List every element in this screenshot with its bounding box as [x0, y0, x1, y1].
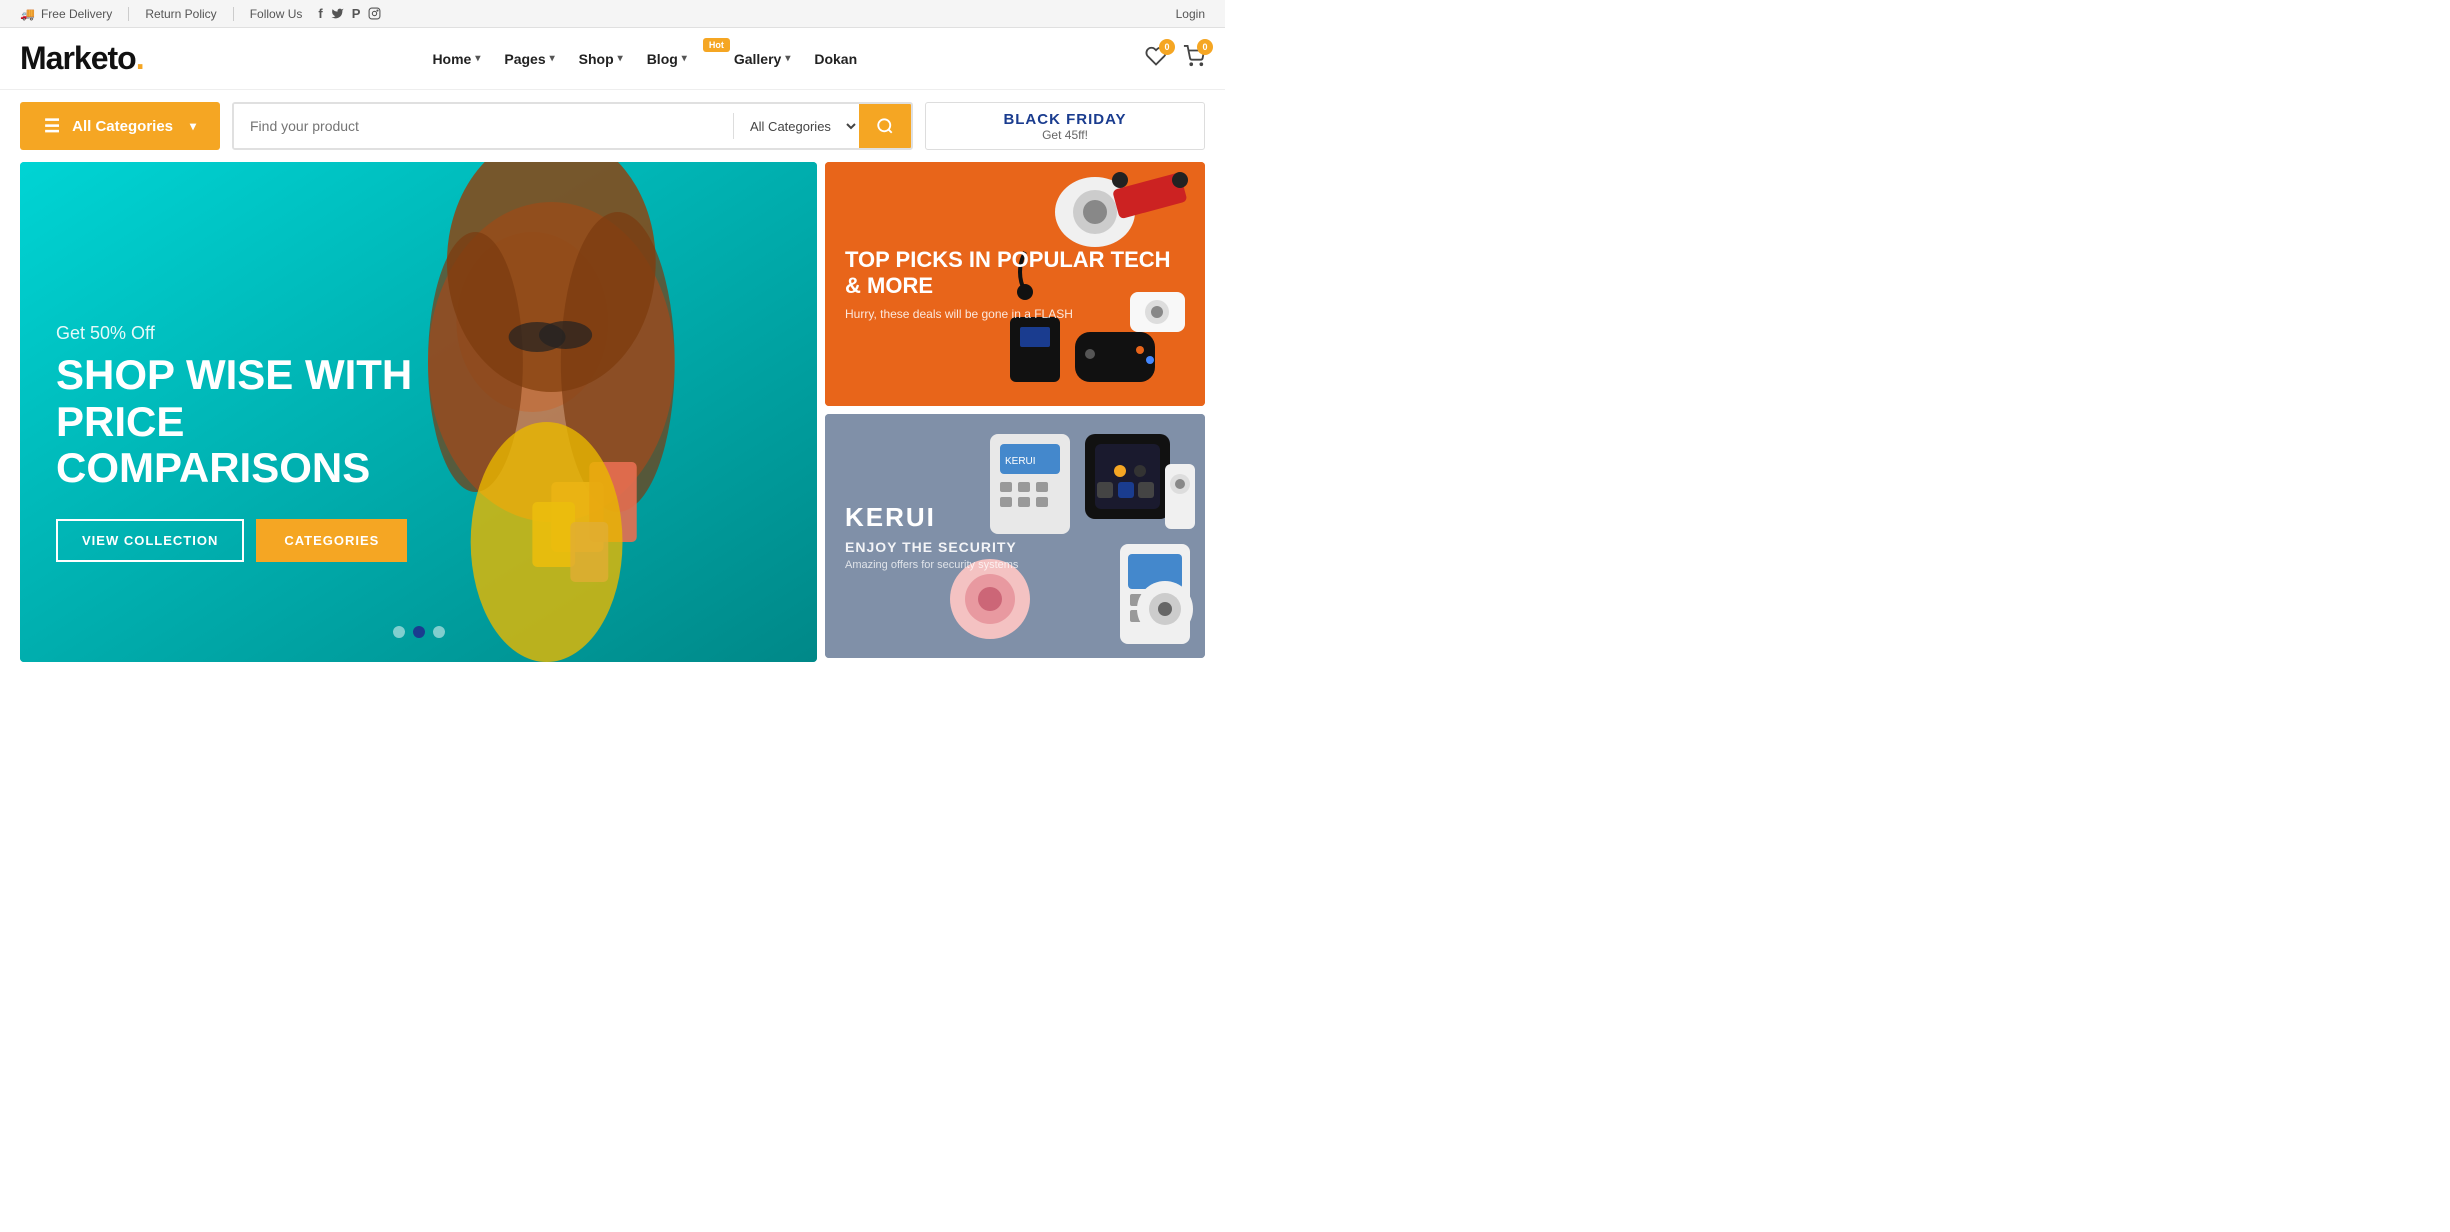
login-link[interactable]: Login [1176, 7, 1205, 21]
return-policy: Return Policy [145, 7, 216, 21]
security-banner-content: KERUI ENJOY THE SECURITY Amazing offers … [845, 502, 1185, 571]
top-bar-left: 🚚 Free Delivery Return Policy Follow Us … [20, 6, 381, 21]
tech-banner[interactable]: TOP PICKS IN POPULAR TECH & MORE Hurry, … [825, 162, 1205, 406]
security-banner-subtitle: Amazing offers for security systems [845, 559, 1185, 571]
slider-dot-3[interactable] [433, 626, 445, 638]
hero-title: SHOP WISE WITH PRICE COMPARISONS [56, 352, 496, 491]
search-bar: All Categories Electronics Fashion Home [232, 102, 913, 150]
cart-icon[interactable]: 0 [1183, 45, 1205, 73]
follow-us-label: Follow Us [250, 7, 303, 21]
categories-button[interactable]: CATEGORIES [256, 519, 407, 562]
facebook-icon[interactable]: f [318, 6, 322, 21]
nav-gallery[interactable]: Hot Gallery ▾ [711, 51, 791, 67]
hero-section: Get 50% Off SHOP WISE WITH PRICE COMPARI… [0, 162, 1225, 682]
menu-icon: ☰ [44, 116, 60, 137]
header-icons: 0 0 [1145, 45, 1205, 73]
hero-right-banners: TOP PICKS IN POPULAR TECH & MORE Hurry, … [825, 162, 1205, 662]
security-banner[interactable]: KERUI KERUI ENJOY THE SECURITY Amazing o… [825, 414, 1205, 658]
hot-badge: Hot [703, 38, 730, 52]
social-icons: f P [318, 6, 381, 21]
chevron-down-icon: ▾ [618, 53, 623, 64]
wishlist-count: 0 [1159, 39, 1175, 55]
hero-content: Get 50% Off SHOP WISE WITH PRICE COMPARI… [56, 323, 496, 562]
cart-count: 0 [1197, 39, 1213, 55]
hero-main-banner: Get 50% Off SHOP WISE WITH PRICE COMPARI… [20, 162, 817, 662]
chevron-down-icon: ▾ [190, 119, 196, 133]
chevron-down-icon: ▾ [475, 53, 480, 64]
logo-text: Marketo [20, 40, 136, 77]
logo[interactable]: Marketo . [20, 40, 145, 77]
top-bar-right: Login [1176, 7, 1205, 21]
search-button[interactable] [859, 102, 911, 150]
nav-dokan[interactable]: Dokan [814, 51, 857, 67]
header: Marketo . Home ▾ Pages ▾ Shop ▾ Blog ▾ H… [0, 28, 1225, 90]
main-nav: Home ▾ Pages ▾ Shop ▾ Blog ▾ Hot Gallery… [432, 51, 857, 67]
black-friday-title: BLACK FRIDAY [1003, 111, 1126, 128]
security-banner-title: ENJOY THE SECURITY [845, 539, 1185, 555]
black-friday-subtitle: Get 45ff! [1042, 128, 1088, 142]
wishlist-icon[interactable]: 0 [1145, 45, 1167, 73]
divider2 [233, 7, 234, 21]
chevron-down-icon: ▾ [682, 53, 687, 64]
twitter-icon[interactable] [331, 7, 344, 20]
view-collection-button[interactable]: VIEW COLLECTION [56, 519, 244, 562]
chevron-down-icon: ▾ [550, 53, 555, 64]
logo-dot: . [136, 40, 145, 77]
slider-dot-1[interactable] [393, 626, 405, 638]
tech-banner-subtitle: Hurry, these deals will be gone in a FLA… [845, 307, 1185, 321]
black-friday-banner[interactable]: BLACK FRIDAY Get 45ff! [925, 102, 1205, 150]
chevron-down-icon: ▾ [785, 53, 790, 64]
search-section: ☰ All Categories ▾ All Categories Electr… [0, 90, 1225, 162]
divider [128, 7, 129, 21]
nav-pages[interactable]: Pages ▾ [504, 51, 554, 67]
slider-dot-2[interactable] [413, 626, 425, 638]
top-bar: 🚚 Free Delivery Return Policy Follow Us … [0, 0, 1225, 28]
hero-discount-text: Get 50% Off [56, 323, 496, 344]
svg-text:KERUI: KERUI [1005, 456, 1036, 467]
nav-home[interactable]: Home ▾ [432, 51, 480, 67]
truck-icon: 🚚 [20, 7, 35, 21]
category-select[interactable]: All Categories Electronics Fashion Home [734, 104, 859, 148]
slider-dots [393, 626, 445, 638]
nav-shop[interactable]: Shop ▾ [579, 51, 623, 67]
tech-banner-title: TOP PICKS IN POPULAR TECH & MORE [845, 247, 1185, 300]
instagram-icon[interactable] [368, 7, 381, 20]
tech-banner-content: TOP PICKS IN POPULAR TECH & MORE Hurry, … [845, 247, 1185, 322]
all-categories-button[interactable]: ☰ All Categories ▾ [20, 102, 220, 150]
nav-blog[interactable]: Blog ▾ [647, 51, 687, 67]
free-delivery: 🚚 Free Delivery [20, 7, 112, 21]
hero-buttons: VIEW COLLECTION CATEGORIES [56, 519, 496, 562]
security-brand: KERUI [845, 502, 1185, 533]
search-icon [876, 117, 894, 135]
pinterest-icon[interactable]: P [352, 6, 361, 21]
search-input[interactable] [234, 104, 733, 148]
